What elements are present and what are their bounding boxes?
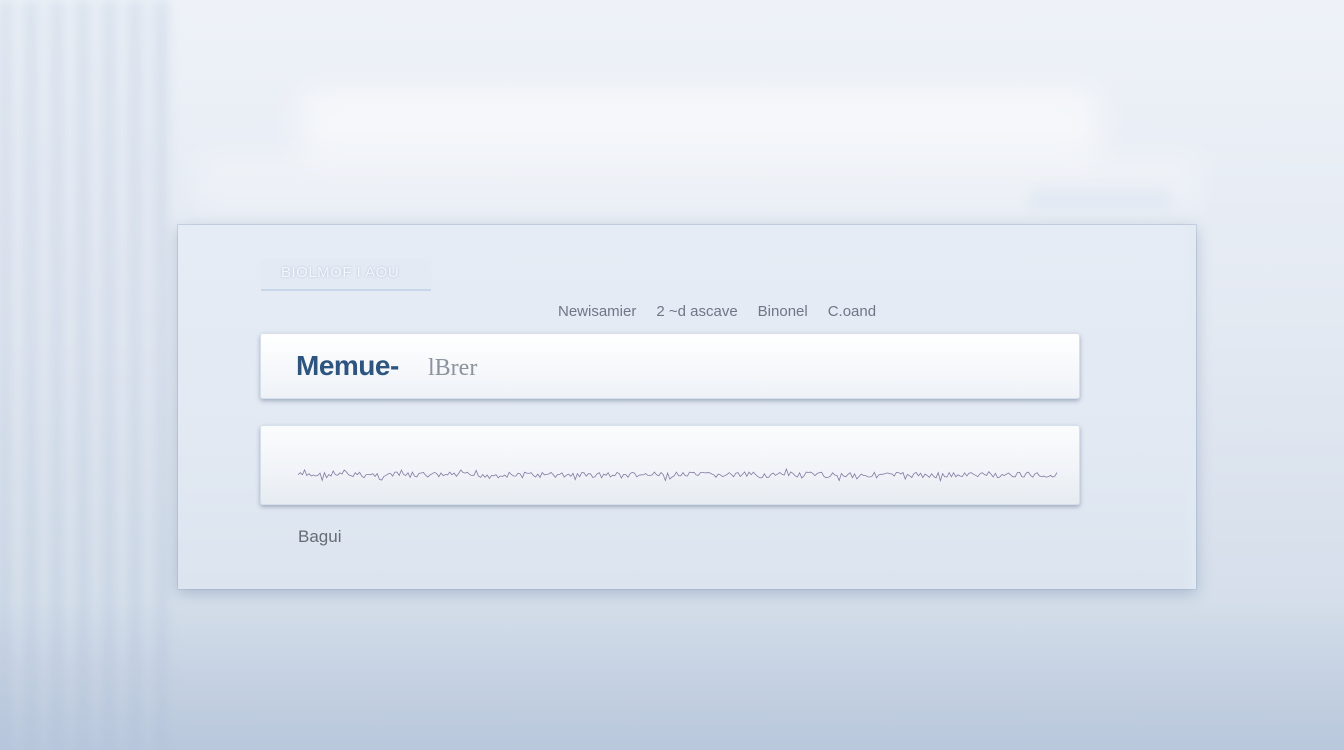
brand-title: BIOLMOF I AOU [281,264,400,281]
main-panel: BIOLMOF I AOU Newisamier 2 ~d ascave Bin… [178,225,1196,589]
footer-label: Bagui [298,527,342,546]
top-nav: Newisamier 2 ~d ascave Binonel C.oand [558,303,876,320]
nav-item-3[interactable]: Binonel [758,303,808,320]
nav-item-4[interactable]: C.oand [828,303,876,320]
brand-header: BIOLMOF I AOU [261,259,431,291]
nav-item-2[interactable]: 2 ~d ascave [656,303,737,320]
search-input-value: Memue- [296,350,399,381]
panel-edge [1184,225,1196,589]
background-glow [300,88,1100,158]
waveform-line [298,467,1058,483]
search-input-hint: lBrer [428,355,478,381]
background-highlight [1030,190,1170,210]
nav-item-1[interactable]: Newisamier [558,303,636,320]
text-area[interactable] [260,425,1080,505]
background-bottom-shade [0,600,1344,750]
search-input[interactable]: Memue- lBrer [260,333,1080,399]
